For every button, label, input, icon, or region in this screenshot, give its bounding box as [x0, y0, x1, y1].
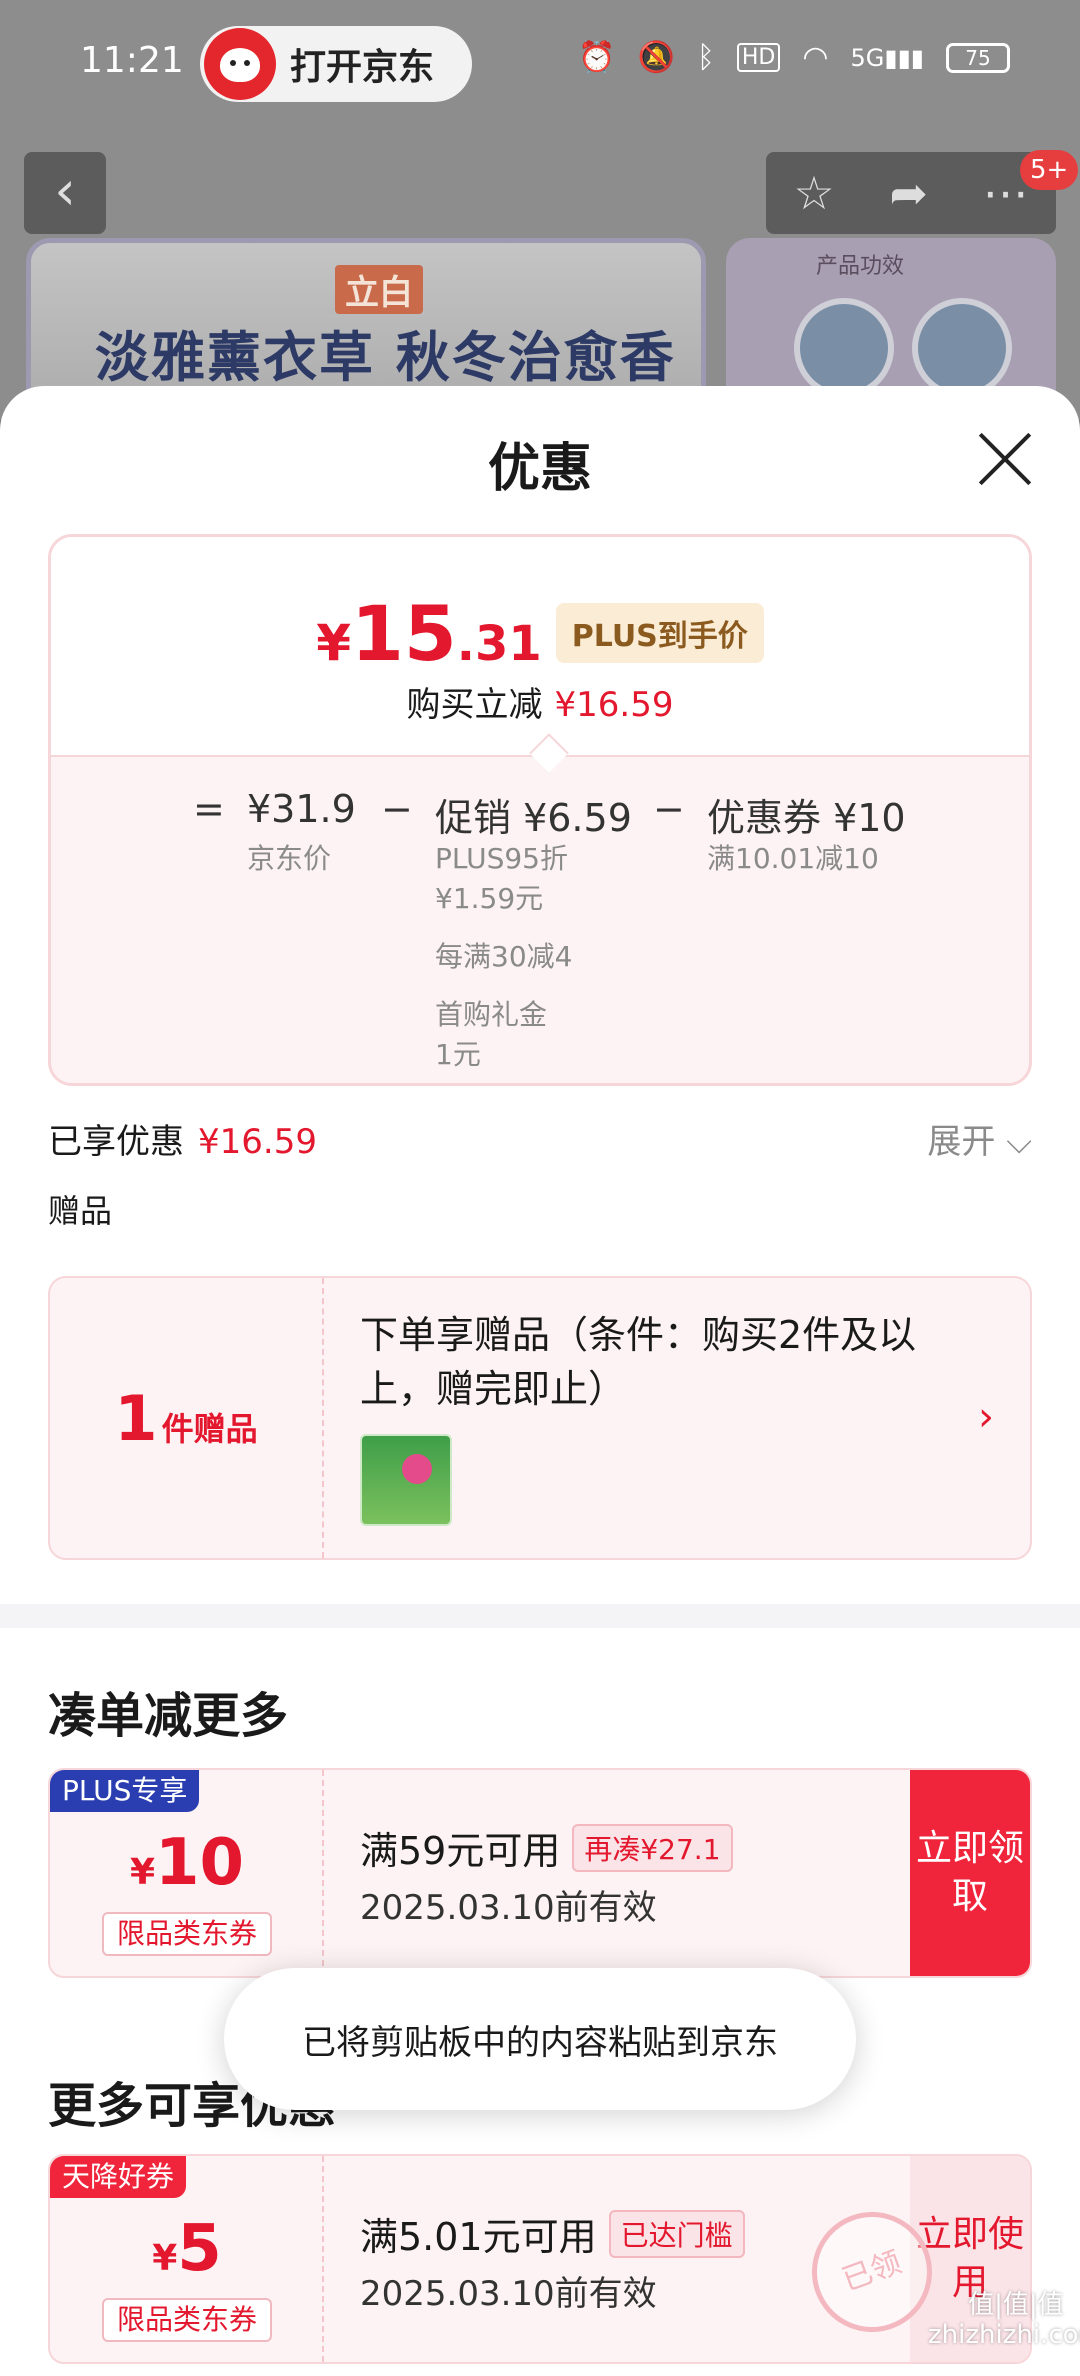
- instant-reduce: 购买立减 ¥16.59: [51, 677, 1029, 726]
- price-currency: ¥: [316, 614, 351, 672]
- coupon-condition-text: 满5.01元可用: [360, 2215, 597, 2259]
- section-divider: [0, 1604, 1080, 1628]
- gift-card[interactable]: 1 件赠品 下单享赠品（条件：购买2件及以上，赠完即止） ›: [48, 1276, 1032, 1560]
- chevron-right-icon[interactable]: ›: [978, 1394, 994, 1440]
- banner-brand: 立白: [335, 265, 423, 314]
- gift-count: 1 件赠品: [50, 1278, 324, 1558]
- price-calculation: = ¥31.9 京东价 − 促销 ¥6.59 PLUS95折 ¥1.59元 每满…: [51, 755, 1029, 1083]
- effect-icon: [794, 298, 894, 398]
- gift-thumbnail[interactable]: [360, 1434, 452, 1526]
- product-page-background: 11:21 打开京东 ⏰ 🔕 ᛒ HD ◠ 5G▮▮▮ 75 ‹ ☆ ➦ ⋯ 5…: [0, 0, 1080, 420]
- coupon-card-plus: PLUS专享 ¥10 限品类东券 满59元可用 再凑¥27.1 2025.03.…: [48, 1768, 1032, 1978]
- banner-title: 淡雅薰衣草 秋冬治愈香: [95, 326, 676, 389]
- coupon-chip: 再凑¥27.1: [572, 1823, 733, 1872]
- gift-description: 下单享赠品（条件：购买2件及以上，赠完即止）: [360, 1313, 917, 1411]
- promo-line: 每满30减4: [435, 940, 573, 973]
- gift-count-number: 1: [114, 1382, 158, 1455]
- coupon-type: 限品类东券: [102, 2298, 272, 2342]
- claim-coupon-button[interactable]: 立即领取: [910, 1770, 1030, 1976]
- coupon-condition: 满59元可用 再凑¥27.1: [360, 1820, 733, 1875]
- enjoyed-discount: 已享优惠 ¥16.59: [48, 1114, 317, 1163]
- instant-reduce-label: 购买立减: [406, 685, 543, 725]
- final-price-area: ¥ 15 .31 PLUS到手价 购买立减 ¥16.59: [51, 537, 1029, 755]
- minus-sign: −: [653, 787, 685, 831]
- coupon-validity: 2025.03.10前有效: [360, 2274, 657, 2314]
- share-icon[interactable]: ➦: [889, 166, 928, 220]
- minus-sign: −: [381, 787, 413, 831]
- coupon-condition-text: 满59元可用: [360, 1829, 561, 1873]
- status-bar: 11:21 打开京东 ⏰ 🔕 ᛒ HD ◠ 5G▮▮▮ 75: [0, 0, 1080, 130]
- effect-icon: [912, 298, 1012, 398]
- status-time: 11:21: [80, 40, 184, 81]
- coupon-amount-number: 10: [155, 1826, 245, 1900]
- coupon-currency: ¥: [129, 1852, 155, 1893]
- gift-section-label: 赠品: [48, 1192, 113, 1230]
- gift-count-unit: 件赠品: [161, 1410, 258, 1448]
- promo-value: 促销 ¥6.59: [435, 796, 632, 840]
- open-jd-label: 打开京东: [290, 47, 435, 88]
- wifi-icon: ◠: [802, 40, 829, 75]
- top-action-bar: ☆ ➦ ⋯: [766, 152, 1056, 234]
- coupon-amount: ¥5: [50, 2212, 324, 2286]
- coupon-type: 限品类东券: [102, 1912, 272, 1956]
- battery-icon: 75: [946, 42, 1010, 73]
- status-icons: ⏰ 🔕 ᛒ HD ◠ 5G▮▮▮ 75: [578, 40, 1010, 75]
- banner-right-title: 产品功效: [816, 254, 905, 279]
- plus-price-tag: PLUS到手价: [555, 603, 764, 663]
- expand-button[interactable]: 展开 ⌵: [927, 1114, 1032, 1163]
- section-title-more-savings: 凑单减更多: [48, 1688, 289, 1744]
- equals-sign: =: [193, 787, 225, 831]
- coupon-left-panel: PLUS专享 ¥10 限品类东券: [50, 1770, 324, 1976]
- coupon-tag: PLUS专享: [50, 1770, 200, 1812]
- close-icon[interactable]: [976, 430, 1034, 488]
- price-decimal: .31: [456, 616, 542, 672]
- coupon-chip: 已达门槛: [608, 2209, 745, 2258]
- coupon-tag: 天降好券: [50, 2156, 187, 2198]
- open-jd-app-button[interactable]: 打开京东: [200, 26, 472, 102]
- coupon-amount-number: 5: [177, 2212, 222, 2286]
- back-button[interactable]: ‹: [24, 152, 106, 234]
- hd-icon: HD: [736, 43, 781, 72]
- promo-line: 首购礼金: [435, 998, 548, 1031]
- coupon-condition: 满5.01元可用 已达门槛: [360, 2206, 745, 2261]
- price-breakdown-card: ¥ 15 .31 PLUS到手价 购买立减 ¥16.59 = ¥31.9 京东价 …: [48, 534, 1032, 1086]
- alarm-icon: ⏰: [578, 40, 616, 75]
- enjoyed-value: ¥16.59: [198, 1122, 317, 1162]
- favorite-star-icon[interactable]: ☆: [793, 166, 834, 220]
- jd-price-value: ¥31.9: [247, 787, 356, 831]
- final-price: ¥ 15 .31 PLUS到手价: [51, 589, 1029, 678]
- coupon-condition-label: 满10.01减10: [707, 842, 879, 875]
- promo-line: PLUS95折: [435, 842, 568, 875]
- promo-line: ¥1.59元: [435, 882, 544, 915]
- price-integer: 15: [350, 589, 457, 678]
- enjoyed-label: 已享优惠: [48, 1122, 184, 1162]
- coupon-validity: 2025.03.10前有效: [360, 1888, 657, 1928]
- coupon-left-panel: 天降好券 ¥5 限品类东券: [50, 2156, 324, 2362]
- jd-logo-icon: [204, 28, 276, 100]
- notification-badge: 5+: [1020, 150, 1079, 190]
- jd-price-label: 京东价: [247, 842, 332, 875]
- bluetooth-icon: ᛒ: [696, 40, 715, 75]
- coupon-currency: ¥: [152, 2238, 178, 2279]
- promo-line: 1元: [435, 1038, 481, 1071]
- watermark: 值|值|值 zhizhizhi.com: [928, 2290, 1080, 2350]
- coupon-value: 优惠券 ¥10: [707, 796, 906, 840]
- mute-icon: 🔕: [637, 40, 675, 75]
- sheet-title: 优惠: [487, 439, 592, 499]
- 5g-signal-icon: 5G▮▮▮: [850, 43, 925, 72]
- coupon-amount: ¥10: [50, 1826, 324, 1900]
- clipboard-toast: 已将剪贴板中的内容粘贴到京东: [224, 1968, 856, 2110]
- instant-reduce-value: ¥16.59: [554, 685, 674, 725]
